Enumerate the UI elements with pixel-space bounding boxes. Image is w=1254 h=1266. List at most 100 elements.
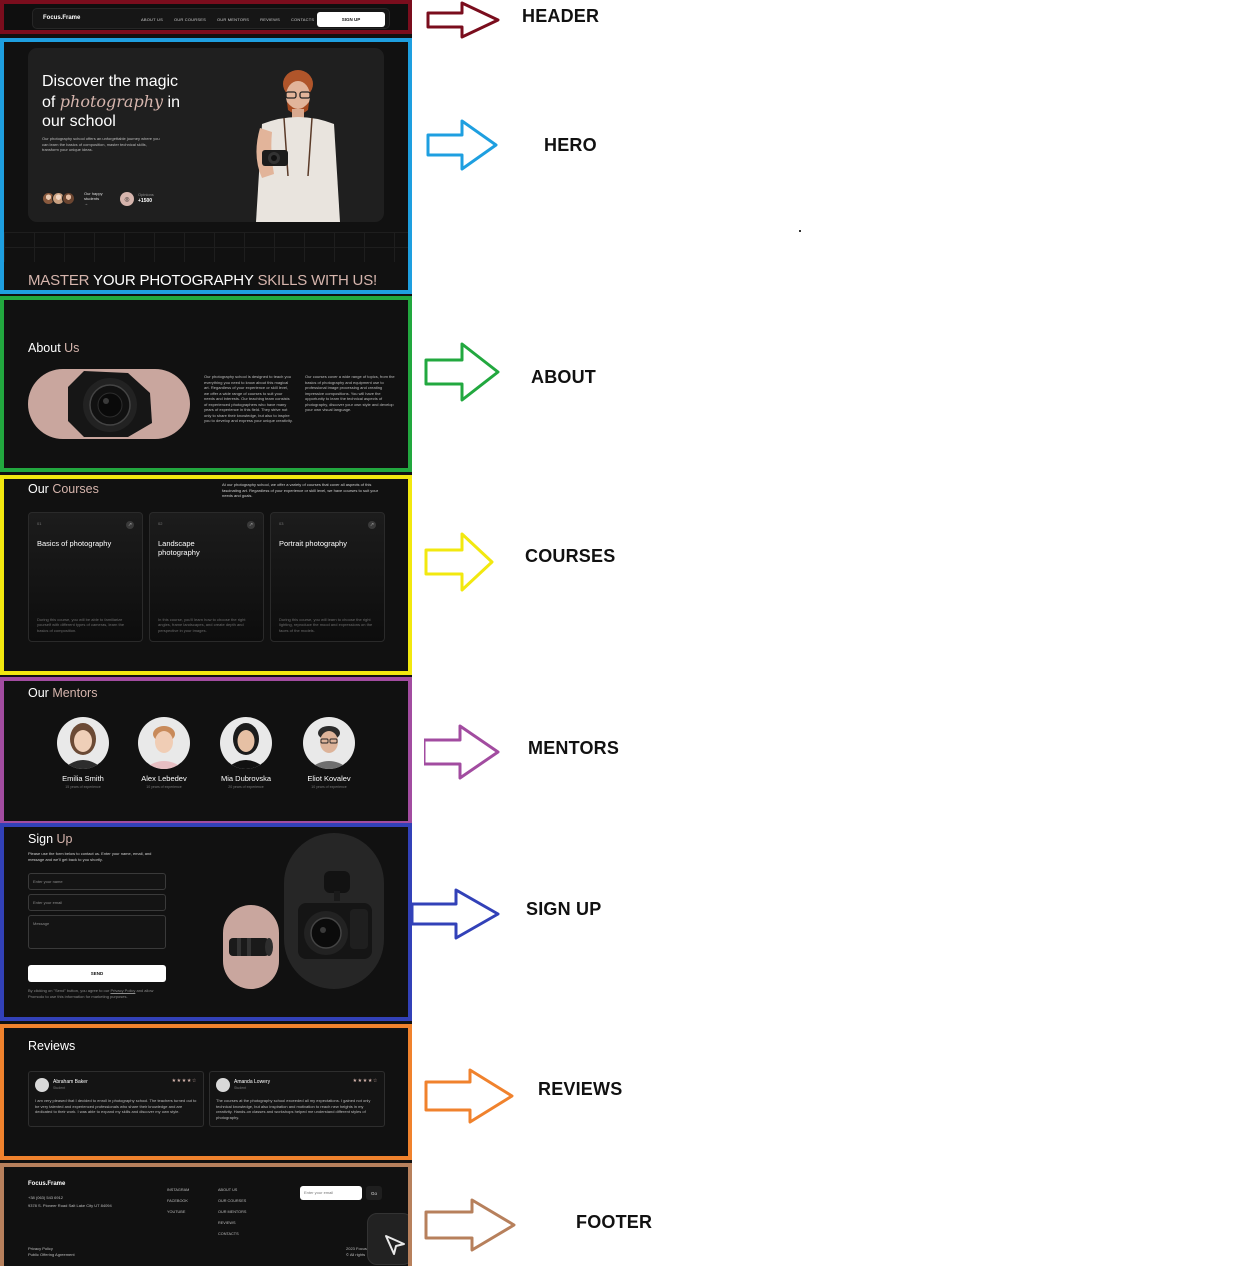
footer-social-links: INSTAGRAM FACEBOOK YOUTUBE — [167, 1185, 189, 1218]
arrow-up-right-icon[interactable]: ↗ — [126, 521, 134, 529]
facebook-link[interactable]: FACEBOOK — [167, 1196, 189, 1207]
course-card-landscape[interactable]: 02 ↗ Landscape photography In this cours… — [149, 512, 264, 642]
avatar — [62, 192, 75, 205]
message-field[interactable]: Message — [28, 915, 166, 949]
footer-link-courses[interactable]: OUR COURSES — [218, 1196, 246, 1207]
mentors-title-part-1: Our — [28, 686, 53, 700]
courses-intro: At our photography school, we offer a va… — [222, 482, 379, 498]
banner-part-2: YOUR PHOTOGRAPHY — [93, 272, 258, 289]
mentor-card-eliot[interactable]: Eliot Kovalev 10 years of experience — [299, 717, 359, 789]
hero-title-in: in — [163, 93, 180, 111]
footer-link-reviews[interactable]: REVIEWS — [218, 1218, 246, 1229]
arrow-up-right-icon[interactable]: ↗ — [247, 521, 255, 529]
name-field[interactable]: Enter your name — [28, 873, 166, 890]
hero-title-emphasis: photography — [59, 91, 164, 111]
send-button[interactable]: SEND — [28, 965, 166, 982]
mentors-title-part-2: Mentors — [52, 686, 98, 700]
privacy-policy-link[interactable]: Privacy Policy — [28, 1246, 53, 1252]
courses-annotation-arrow-icon — [424, 532, 494, 592]
about-annotation-label: ABOUT — [531, 367, 596, 387]
about-title-part-2: Us — [64, 341, 80, 355]
nav-link-contacts[interactable]: CONTACTS — [291, 17, 314, 22]
footer-phone: +38 (063) 543 6912 — [28, 1195, 64, 1200]
hero-section: Discover the magic of photography in our… — [0, 38, 412, 294]
header-annotation-arrow-icon — [426, 1, 500, 39]
youtube-link[interactable]: YOUTUBE — [167, 1207, 189, 1218]
happy-students-label: Our happy students — [84, 191, 103, 201]
courses-section: Our Courses At our photography school, w… — [0, 475, 412, 675]
logo[interactable]: Focus.Frame — [43, 15, 80, 21]
newsletter-email-input[interactable]: Enter your email — [300, 1186, 362, 1200]
sign-up-button[interactable]: SIGN UP — [317, 12, 385, 27]
banner-part-1: MASTER — [28, 272, 94, 289]
about-annotation-arrow-icon — [424, 342, 500, 402]
about-title-part-1: About — [28, 341, 65, 355]
signup-title: Sign Up — [28, 832, 72, 846]
mentor-experience: 10 years of experience — [146, 785, 182, 789]
footer-section: Focus.Frame +38 (063) 543 6912 9378 S. P… — [0, 1163, 412, 1266]
signup-title-part-1: Sign — [28, 832, 57, 846]
reviewer-role: Student — [53, 1086, 66, 1090]
nav-link-mentors[interactable]: OUR MENTORS — [217, 17, 249, 22]
opinions-counter: Opinions +1500 — [138, 191, 154, 205]
mentors-annotation-label: MENTORS — [528, 738, 620, 758]
public-offering-link[interactable]: Public Offering Agreement — [28, 1252, 75, 1258]
courses-title: Our Courses — [28, 482, 99, 496]
nav-link-reviews[interactable]: REVIEWS — [260, 17, 280, 22]
mentor-experience: 20 years of experience — [228, 785, 264, 789]
signup-description: Please use the form below to contact us.… — [28, 851, 152, 862]
footer-address: 9378 S. Pioneer Road Salt Lake City UT 8… — [28, 1203, 112, 1208]
reviews-title: Reviews — [28, 1039, 76, 1053]
nav-link-about[interactable]: ABOUT US — [141, 17, 163, 22]
course-card-portrait[interactable]: 03 ↗ Portrait photography During this co… — [270, 512, 385, 642]
course-card-basics[interactable]: 01 ↗ Basics of photography During this c… — [28, 512, 143, 642]
course-title: Landscape photography — [158, 539, 200, 557]
cursor-widget[interactable] — [367, 1213, 408, 1265]
mentor-photo — [138, 717, 190, 769]
courses-annotation-label: COURSES — [525, 546, 616, 566]
hero-annotation-arrow-icon — [426, 119, 498, 171]
header-annotation-label: HEADER — [522, 6, 600, 26]
course-number: 03 — [279, 521, 284, 526]
lens-image — [223, 905, 279, 989]
happy-students-link[interactable]: Our happy students → — [84, 191, 110, 206]
course-description: During this course, you will learn to ch… — [279, 616, 373, 633]
arrow-up-right-icon[interactable]: ↗ — [368, 521, 376, 529]
review-card-abraham: Abraham Baker Student ★★★★☆ I am very pl… — [28, 1071, 204, 1127]
footer-link-contacts[interactable]: CONTACTS — [218, 1229, 246, 1240]
footer-link-mentors[interactable]: OUR MENTORS — [218, 1207, 246, 1218]
opinions-value: +1500 — [138, 198, 153, 204]
reviews-annotation-arrow-icon — [424, 1068, 514, 1124]
reviews-section: Reviews Abraham Baker Student ★★★★☆ I am… — [0, 1024, 412, 1160]
grid-background — [4, 232, 408, 262]
banner-part-3: SKILLS WITH US! — [257, 272, 377, 289]
footer-link-about[interactable]: ABOUT US — [218, 1185, 246, 1196]
review-text: The courses at the photography school ex… — [216, 1098, 371, 1120]
footer-annotation-arrow-icon — [424, 1198, 516, 1252]
course-number: 02 — [158, 521, 163, 526]
hero-banner: MASTER YOUR PHOTOGRAPHY SKILLS WITH US! — [28, 272, 377, 289]
review-text: I am very pleased that I decided to enro… — [35, 1098, 197, 1114]
mentor-card-mia[interactable]: Mia Dubrovska 20 years of experience — [216, 717, 276, 789]
email-field[interactable]: Enter your email — [28, 894, 166, 911]
header-section: Focus.Frame ABOUT US OUR COURSES OUR MEN… — [0, 0, 412, 34]
hero-title: Discover the magic of photography in our… — [42, 72, 180, 132]
about-title: About Us — [28, 341, 79, 355]
camera-lens-icon — [68, 371, 152, 437]
course-title: Basics of photography — [37, 539, 112, 548]
mentor-card-alex[interactable]: Alex Lebedev 10 years of experience — [134, 717, 194, 789]
mentor-experience: 15 years of experience — [65, 785, 101, 789]
copyright-line-2: © All rights — [346, 1252, 366, 1257]
mentor-name: Emilia Smith — [62, 774, 104, 783]
review-card-amanda: Amanda Lowery Student ★★★★☆ The courses … — [209, 1071, 385, 1127]
go-button[interactable]: Go — [366, 1186, 382, 1200]
nav-links: ABOUT US OUR COURSES OUR MENTORS REVIEWS… — [141, 17, 314, 22]
website-mockup: Focus.Frame ABOUT US OUR COURSES OUR MEN… — [0, 0, 412, 1266]
mentor-card-emilia[interactable]: Emilia Smith 15 years of experience — [53, 717, 113, 789]
privacy-policy-link[interactable]: Privacy Policy — [110, 988, 135, 993]
nav-link-courses[interactable]: OUR COURSES — [174, 17, 206, 22]
instagram-link[interactable]: INSTAGRAM — [167, 1185, 189, 1196]
footer-annotation-label: FOOTER — [576, 1212, 653, 1232]
signup-note: By clicking on "Send" button, you agree … — [28, 988, 168, 999]
footer-logo[interactable]: Focus.Frame — [28, 1181, 65, 1187]
